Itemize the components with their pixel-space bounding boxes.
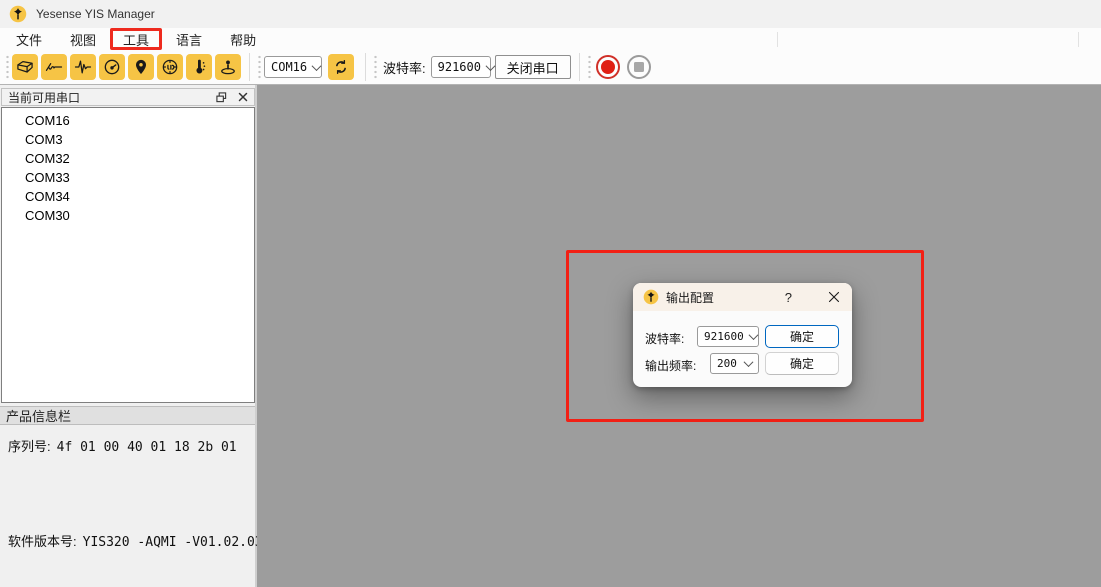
toolbar: COM16 波特率: 921600 关闭串口 [0, 50, 1101, 85]
firmware-version-value: YIS320 -AQMI -V01.02.03; [83, 535, 271, 550]
gauge-icon [102, 57, 122, 77]
main-workspace: 输出配置 ? 波特率: 921600 确定 输出频率: 200 确定 [257, 85, 1101, 587]
pulse-waveform-button[interactable] [70, 54, 96, 80]
menu-file[interactable]: 文件 [2, 28, 56, 50]
menu-help[interactable]: 帮助 [216, 28, 270, 50]
utc-clock-button[interactable] [157, 54, 183, 80]
serial-number-row: 序列号: 4f 01 00 40 01 18 2b 01 [8, 436, 237, 455]
dialog-baud-ok-button[interactable]: 确定 [765, 325, 839, 348]
port-select[interactable]: COM16 [264, 56, 322, 78]
app-window: Yesense YIS Manager 文件 视图 工具 语言 帮助 [0, 0, 1101, 587]
port-list-item[interactable]: COM16 [2, 111, 254, 130]
output-config-dialog: 输出配置 ? 波特率: 921600 确定 输出频率: 200 确定 [633, 283, 852, 387]
cuboid-3d-icon [15, 57, 35, 77]
angle-waveform-icon [44, 57, 64, 77]
dialog-help-button[interactable]: ? [781, 290, 796, 305]
location-pin-button[interactable] [128, 54, 154, 80]
pulse-waveform-icon [73, 57, 93, 77]
port-select-value: COM16 [271, 60, 307, 74]
baud-rate-value: 921600 [438, 60, 481, 74]
joystick-button[interactable] [215, 54, 241, 80]
dialog-title-bar[interactable]: 输出配置 ? [633, 283, 852, 311]
dialog-rate-value: 200 [717, 357, 737, 370]
firmware-version-label: 软件版本号: [8, 534, 77, 549]
dialog-rate-select[interactable]: 200 [710, 353, 759, 374]
chevron-down-icon [312, 61, 322, 71]
menubar-separator [1078, 32, 1079, 47]
title-bar: Yesense YIS Manager [0, 0, 1101, 28]
port-list-item[interactable]: COM32 [2, 149, 254, 168]
firmware-version-row: 软件版本号: YIS320 -AQMI -V01.02.03; [8, 531, 270, 550]
record-button[interactable] [596, 55, 620, 79]
toolbar-drag-handle[interactable] [373, 54, 378, 80]
dialog-rate-label: 输出频率: [645, 357, 696, 374]
utc-clock-icon [160, 57, 180, 77]
menu-tools[interactable]: 工具 [110, 28, 162, 50]
dock-close-button[interactable] [238, 92, 248, 102]
dialog-baud-value: 921600 [704, 330, 744, 343]
toolbar-separator [249, 53, 250, 81]
close-icon [238, 92, 248, 102]
app-logo-icon [9, 5, 27, 23]
toolbar-separator [579, 53, 580, 81]
serial-number-value: 4f 01 00 40 01 18 2b 01 [57, 440, 237, 455]
close-icon [828, 291, 840, 303]
baud-rate-label: 波特率: [383, 58, 426, 77]
baud-rate-select[interactable]: 921600 [431, 56, 491, 78]
dock-header: 当前可用串口 [1, 88, 255, 106]
stop-icon [634, 62, 644, 72]
joystick-icon [218, 57, 238, 77]
serial-port-dock: 当前可用串口 COM16 COM3 COM32 COM33 COM34 COM3… [0, 85, 257, 587]
available-ports-list: COM16 COM3 COM32 COM33 COM34 COM30 [1, 107, 255, 403]
refresh-ports-button[interactable] [328, 54, 354, 80]
thermometer-icon [189, 57, 209, 77]
serial-number-label: 序列号: [8, 439, 51, 454]
app-logo-icon [643, 289, 659, 305]
dock-title: 当前可用串口 [8, 89, 205, 106]
angle-waveform-button[interactable] [41, 54, 67, 80]
chevron-down-icon [486, 61, 496, 71]
dialog-title: 输出配置 [666, 289, 781, 306]
menubar-separator [777, 32, 778, 47]
toolbar-drag-handle[interactable] [5, 54, 10, 80]
dialog-baud-select[interactable]: 921600 [697, 326, 759, 347]
menu-language[interactable]: 语言 [162, 28, 216, 50]
location-pin-icon [131, 57, 151, 77]
record-icon [601, 60, 615, 74]
toolbar-drag-handle[interactable] [587, 54, 592, 80]
refresh-arrows-icon [332, 58, 350, 76]
menu-bar: 文件 视图 工具 语言 帮助 [0, 28, 1101, 50]
dialog-close-button[interactable] [826, 289, 842, 305]
float-window-icon [216, 92, 227, 103]
dialog-baud-label: 波特率: [645, 330, 684, 347]
port-list-item[interactable]: COM33 [2, 168, 254, 187]
window-title: Yesense YIS Manager [36, 7, 155, 21]
chevron-down-icon [748, 330, 758, 340]
menu-view[interactable]: 视图 [56, 28, 110, 50]
port-list-item[interactable]: COM30 [2, 206, 254, 225]
gauge-button[interactable] [99, 54, 125, 80]
thermometer-button[interactable] [186, 54, 212, 80]
dock-float-button[interactable] [216, 92, 227, 103]
toolbar-drag-handle[interactable] [257, 54, 262, 80]
dialog-rate-ok-button[interactable]: 确定 [765, 352, 839, 375]
port-list-item[interactable]: COM3 [2, 130, 254, 149]
stop-button[interactable] [627, 55, 651, 79]
toolbar-separator [365, 53, 366, 81]
cuboid-3d-button[interactable] [12, 54, 38, 80]
product-info-header: 产品信息栏 [0, 406, 255, 425]
close-serial-port-button[interactable]: 关闭串口 [495, 55, 571, 79]
chevron-down-icon [744, 357, 754, 367]
port-list-item[interactable]: COM34 [2, 187, 254, 206]
